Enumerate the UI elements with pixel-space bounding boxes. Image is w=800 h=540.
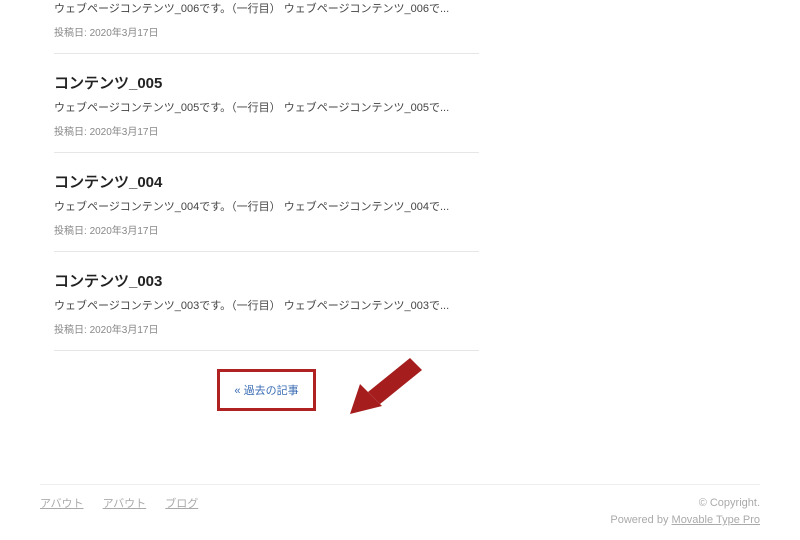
- entry-meta-label: 投稿日:: [54, 226, 87, 237]
- footer-nav: アバウト アバウト ブログ: [40, 495, 214, 511]
- entry-title-link[interactable]: コンテンツ_005: [54, 75, 162, 92]
- list-item: ウェブページコンテンツ_006です。（一行目） ウェブページコンテンツ_006で…: [54, 0, 479, 54]
- entry-meta: 投稿日: 2020年3月17日: [54, 222, 479, 237]
- footer-link-blog[interactable]: ブログ: [165, 498, 198, 510]
- entry-date: 2020年3月17日: [90, 127, 159, 138]
- entry-excerpt: ウェブページコンテンツ_006です。（一行目） ウェブページコンテンツ_006で…: [54, 0, 479, 16]
- list-item: コンテンツ_003 ウェブページコンテンツ_003です。（一行目） ウェブページ…: [54, 270, 479, 351]
- highlight-box: « 過去の記事: [217, 369, 315, 411]
- powered-by: Powered by Movable Type Pro: [610, 512, 760, 530]
- entry-meta-label: 投稿日:: [54, 28, 87, 39]
- entry-meta: 投稿日: 2020年3月17日: [54, 321, 479, 336]
- entry-date: 2020年3月17日: [90, 325, 159, 336]
- entry-date: 2020年3月17日: [90, 226, 159, 237]
- entry-title: コンテンツ_004: [54, 171, 479, 192]
- entry-excerpt: ウェブページコンテンツ_005です。（一行目） ウェブページコンテンツ_005で…: [54, 99, 479, 115]
- content-column: ウェブページコンテンツ_006です。（一行目） ウェブページコンテンツ_006で…: [54, 0, 479, 411]
- footer-meta: © Copyright. Powered by Movable Type Pro: [610, 495, 760, 530]
- list-item: コンテンツ_005 ウェブページコンテンツ_005です。（一行目） ウェブページ…: [54, 72, 479, 153]
- entry-meta-label: 投稿日:: [54, 325, 87, 336]
- footer-link-about-1[interactable]: アバウト: [40, 498, 84, 510]
- entry-date: 2020年3月17日: [90, 28, 159, 39]
- powered-by-prefix: Powered by: [610, 514, 671, 526]
- footer: アバウト アバウト ブログ © Copyright. Powered by Mo…: [40, 484, 760, 530]
- entry-title: コンテンツ_005: [54, 72, 479, 93]
- list-item: コンテンツ_004 ウェブページコンテンツ_004です。（一行目） ウェブページ…: [54, 171, 479, 252]
- entry-title-link[interactable]: コンテンツ_003: [54, 273, 162, 290]
- entry-excerpt: ウェブページコンテンツ_003です。（一行目） ウェブページコンテンツ_003で…: [54, 297, 479, 313]
- footer-link-about-2[interactable]: アバウト: [103, 498, 147, 510]
- entry-meta: 投稿日: 2020年3月17日: [54, 123, 479, 138]
- entry-title: コンテンツ_003: [54, 270, 479, 291]
- older-posts-link[interactable]: « 過去の記事: [220, 372, 312, 408]
- powered-by-link[interactable]: Movable Type Pro: [672, 514, 760, 526]
- entry-meta-label: 投稿日:: [54, 127, 87, 138]
- page-root: ウェブページコンテンツ_006です。（一行目） ウェブページコンテンツ_006で…: [0, 0, 800, 540]
- entry-title-link[interactable]: コンテンツ_004: [54, 174, 162, 191]
- copyright-text: © Copyright.: [610, 495, 760, 513]
- entry-meta: 投稿日: 2020年3月17日: [54, 24, 479, 39]
- pager: « 過去の記事: [54, 369, 479, 411]
- entry-excerpt: ウェブページコンテンツ_004です。（一行目） ウェブページコンテンツ_004で…: [54, 198, 479, 214]
